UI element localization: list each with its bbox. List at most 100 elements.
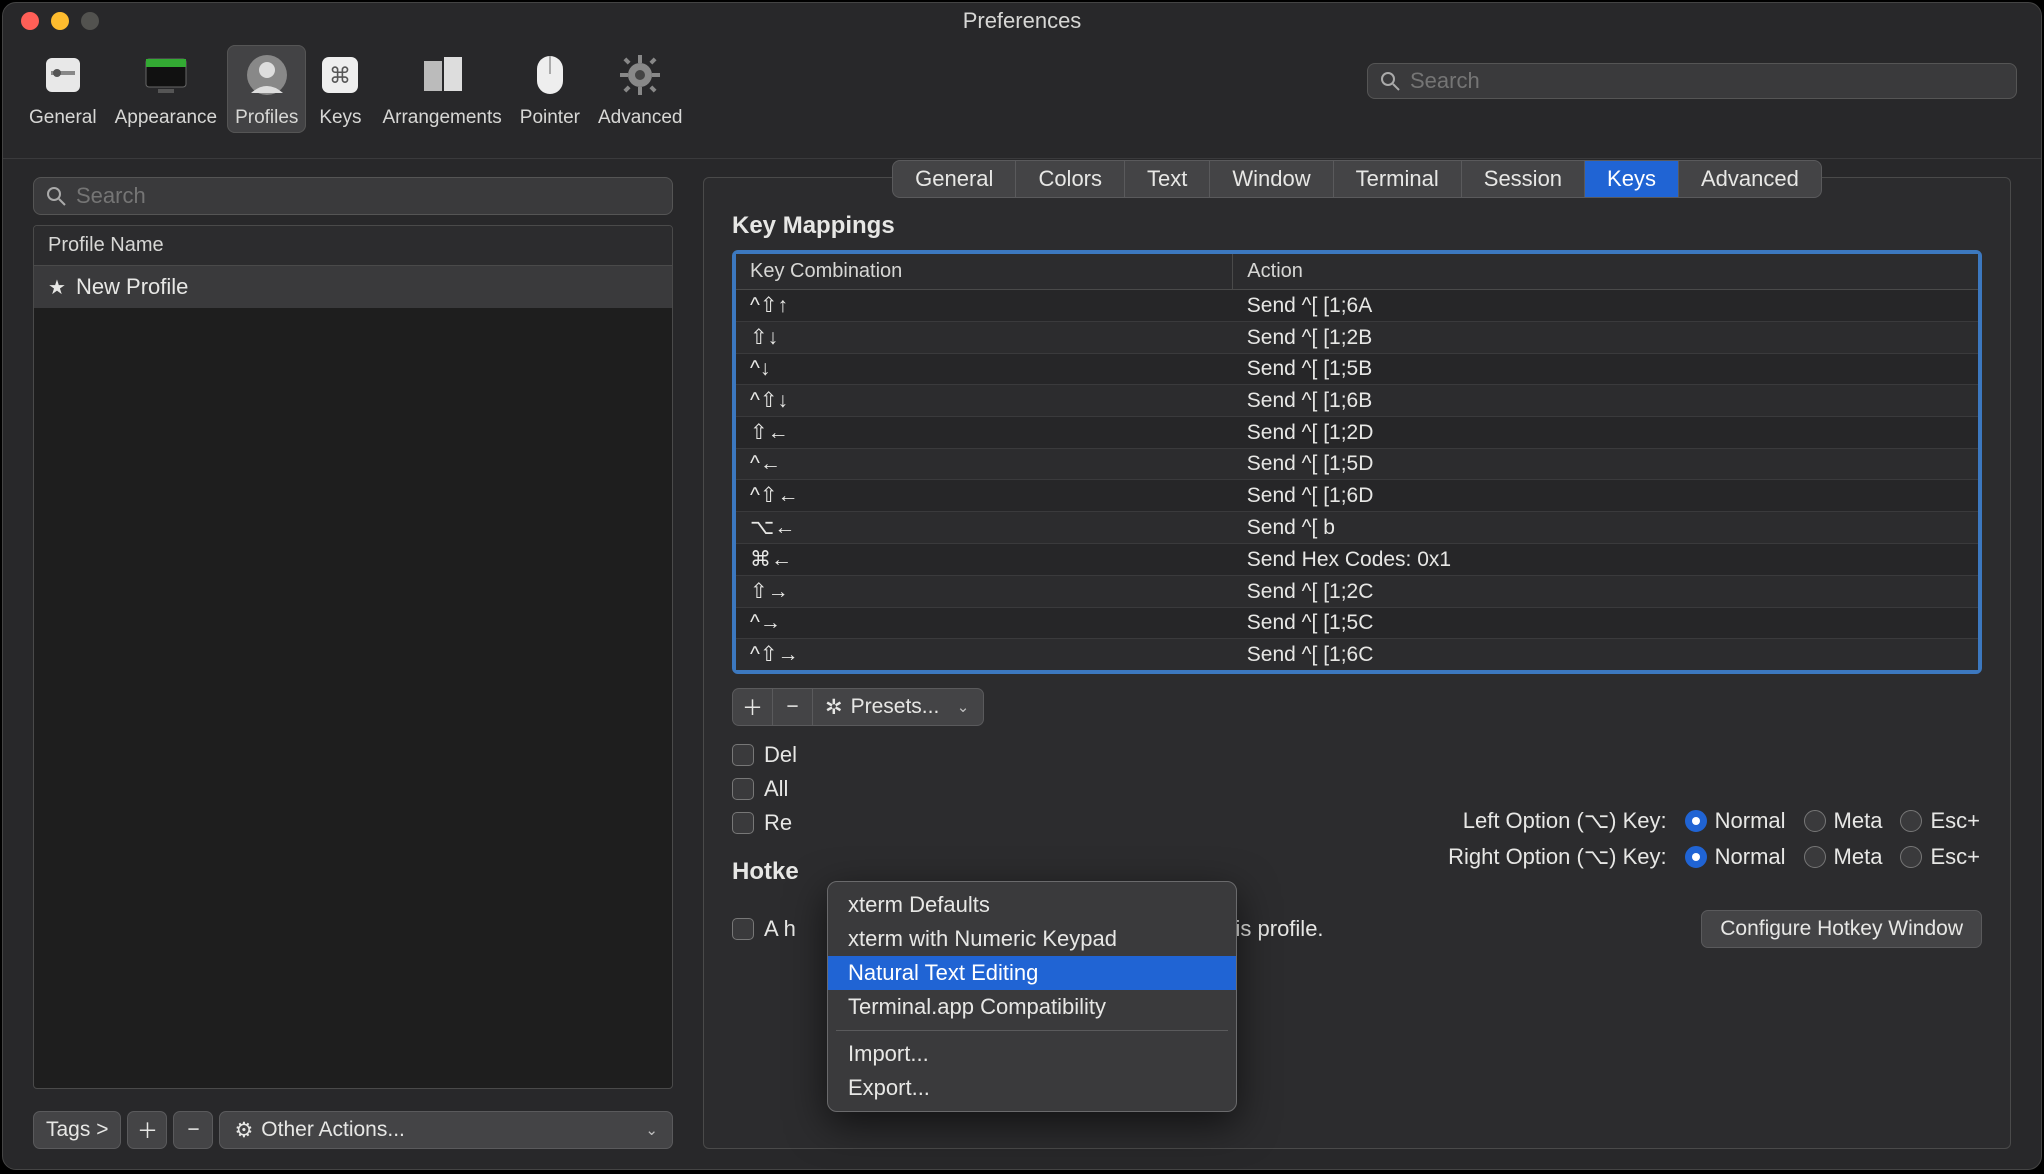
- action-cell: Send ^[ [1;5C: [1233, 608, 1978, 639]
- table-actions: ＋ − ✲ Presets... ⌄: [732, 688, 1982, 726]
- action-cell: Send ^[ [1;6C: [1233, 639, 1978, 671]
- search-icon: [46, 186, 66, 206]
- table-row[interactable]: ⇧←Send ^[ [1;2D: [736, 417, 1978, 449]
- mouse-icon: [526, 51, 574, 99]
- checkbox-icon: [732, 744, 754, 766]
- table-row[interactable]: ^↓Send ^[ [1;5B: [736, 354, 1978, 385]
- left-option-meta[interactable]: Meta: [1804, 808, 1883, 834]
- table-row[interactable]: ⌘←Send Hex Codes: 0x1: [736, 544, 1978, 576]
- hotkey-checkbox[interactable]: A h: [732, 916, 796, 942]
- presets-dropdown[interactable]: ✲ Presets... ⌄: [812, 688, 984, 726]
- col-key-combination[interactable]: Key Combination: [736, 254, 1233, 290]
- action-cell: Send ^[ [1;2C: [1233, 576, 1978, 608]
- menu-export[interactable]: Export...: [828, 1071, 1236, 1105]
- star-icon: ★: [48, 275, 66, 300]
- profile-search-input[interactable]: [76, 183, 660, 209]
- subtab-session[interactable]: Session: [1462, 161, 1585, 197]
- gear-icon: ⚙: [234, 1118, 253, 1143]
- key-combo-cell: ⌘←: [736, 544, 1233, 576]
- left-option-normal[interactable]: Normal: [1685, 808, 1786, 834]
- col-action[interactable]: Action: [1233, 254, 1978, 290]
- action-cell: Send ^[ [1;2D: [1233, 417, 1978, 449]
- titlebar: Preferences: [3, 3, 2041, 39]
- profile-list-header: Profile Name: [34, 226, 672, 266]
- monitor-icon: [142, 51, 190, 99]
- subtab-text[interactable]: Text: [1125, 161, 1210, 197]
- panels-icon: [418, 51, 466, 99]
- traffic-lights: [3, 12, 99, 30]
- tab-pointer[interactable]: Pointer: [512, 45, 588, 133]
- key-combo-cell: ^←: [736, 449, 1233, 480]
- table-row[interactable]: ^←Send ^[ [1;5D: [736, 449, 1978, 480]
- tags-button[interactable]: Tags >: [33, 1111, 121, 1149]
- subtab-colors[interactable]: Colors: [1016, 161, 1125, 197]
- menu-terminal-app-compat[interactable]: Terminal.app Compatibility: [828, 990, 1236, 1024]
- profile-row[interactable]: ★ New Profile: [34, 266, 672, 308]
- chevron-down-icon: ⌄: [957, 698, 970, 716]
- subtab-keys[interactable]: Keys: [1585, 161, 1679, 197]
- menu-xterm-numeric[interactable]: xterm with Numeric Keypad: [828, 922, 1236, 956]
- subtab-advanced[interactable]: Advanced: [1679, 161, 1821, 197]
- configure-hotkey-button[interactable]: Configure Hotkey Window: [1701, 910, 1982, 948]
- profile-footer: Tags > ＋ − ⚙ Other Actions... ⌄: [33, 1111, 673, 1149]
- checkbox-icon: [732, 812, 754, 834]
- table-row[interactable]: ⇧→Send ^[ [1;2C: [736, 576, 1978, 608]
- remove-profile-button[interactable]: −: [173, 1111, 213, 1149]
- table-row[interactable]: ^⇧←Send ^[ [1;6D: [736, 480, 1978, 512]
- tab-arrangements[interactable]: Arrangements: [374, 45, 509, 133]
- table-row[interactable]: ^⇧→Send ^[ [1;6C: [736, 639, 1978, 671]
- remove-mapping-button[interactable]: −: [772, 688, 812, 726]
- table-row[interactable]: ⌥←Send ^[ b: [736, 512, 1978, 544]
- left-option-label: Left Option (⌥) Key:: [1397, 808, 1667, 834]
- presets-menu: xterm Defaults xterm with Numeric Keypad…: [827, 881, 1237, 1112]
- action-cell: Send ^[ [1;6D: [1233, 480, 1978, 512]
- table-row[interactable]: ^⇧↓Send ^[ [1;6B: [736, 385, 1978, 417]
- action-cell: Send Hex Codes: 0x1: [1233, 544, 1978, 576]
- table-row[interactable]: ⇧↓Send ^[ [1;2B: [736, 322, 1978, 354]
- allow-checkbox[interactable]: All: [732, 776, 1982, 802]
- table-row[interactable]: ^→Send ^[ [1;5C: [736, 608, 1978, 639]
- key-combo-cell: ^⇧↓: [736, 385, 1233, 417]
- action-cell: Send ^[ [1;6A: [1233, 290, 1978, 322]
- key-combo-cell: ^⇧↑: [736, 290, 1233, 322]
- command-key-icon: ⌘: [316, 51, 364, 99]
- add-mapping-button[interactable]: ＋: [732, 688, 772, 726]
- toolbar: General Appearance Profiles ⌘ Keys Arran…: [3, 39, 2041, 159]
- subtab-general[interactable]: General: [893, 161, 1016, 197]
- menu-separator: [836, 1030, 1228, 1031]
- checkbox-icon: [732, 778, 754, 800]
- right-option-escplus[interactable]: Esc+: [1900, 844, 1980, 870]
- tab-profiles[interactable]: Profiles: [227, 45, 306, 133]
- profiles-sidebar: Profile Name ★ New Profile Tags > ＋ − ⚙ …: [33, 177, 673, 1149]
- tab-appearance[interactable]: Appearance: [107, 45, 225, 133]
- close-button[interactable]: [21, 12, 39, 30]
- left-option-escplus[interactable]: Esc+: [1900, 808, 1980, 834]
- tab-general[interactable]: General: [21, 45, 105, 133]
- minimize-button[interactable]: [51, 12, 69, 30]
- action-cell: Send ^[ [1;5D: [1233, 449, 1978, 480]
- search-icon: [1380, 71, 1400, 91]
- menu-xterm-defaults[interactable]: xterm Defaults: [828, 888, 1236, 922]
- right-option-meta[interactable]: Meta: [1804, 844, 1883, 870]
- add-profile-button[interactable]: ＋: [127, 1111, 167, 1149]
- key-combo-cell: ^⇧←: [736, 480, 1233, 512]
- tab-keys[interactable]: ⌘ Keys: [308, 45, 372, 133]
- zoom-button[interactable]: [81, 12, 99, 30]
- menu-natural-text-editing[interactable]: Natural Text Editing: [828, 956, 1236, 990]
- toolbar-search[interactable]: [1367, 63, 2017, 99]
- slider-icon: [39, 51, 87, 99]
- chevron-down-icon: ⌄: [645, 1121, 658, 1139]
- action-cell: Send ^[ b: [1233, 512, 1978, 544]
- user-silhouette-icon: [243, 51, 291, 99]
- gear-icon: ✲: [825, 695, 843, 720]
- subtab-terminal[interactable]: Terminal: [1334, 161, 1462, 197]
- menu-import[interactable]: Import...: [828, 1037, 1236, 1071]
- profile-search[interactable]: [33, 177, 673, 215]
- table-row[interactable]: ^⇧↑Send ^[ [1;6A: [736, 290, 1978, 322]
- subtab-window[interactable]: Window: [1210, 161, 1333, 197]
- delete-checkbox[interactable]: Del: [732, 742, 1982, 768]
- toolbar-search-input[interactable]: [1410, 68, 2004, 94]
- tab-advanced[interactable]: Advanced: [590, 45, 691, 133]
- other-actions-button[interactable]: ⚙ Other Actions... ⌄: [219, 1111, 673, 1149]
- right-option-normal[interactable]: Normal: [1685, 844, 1786, 870]
